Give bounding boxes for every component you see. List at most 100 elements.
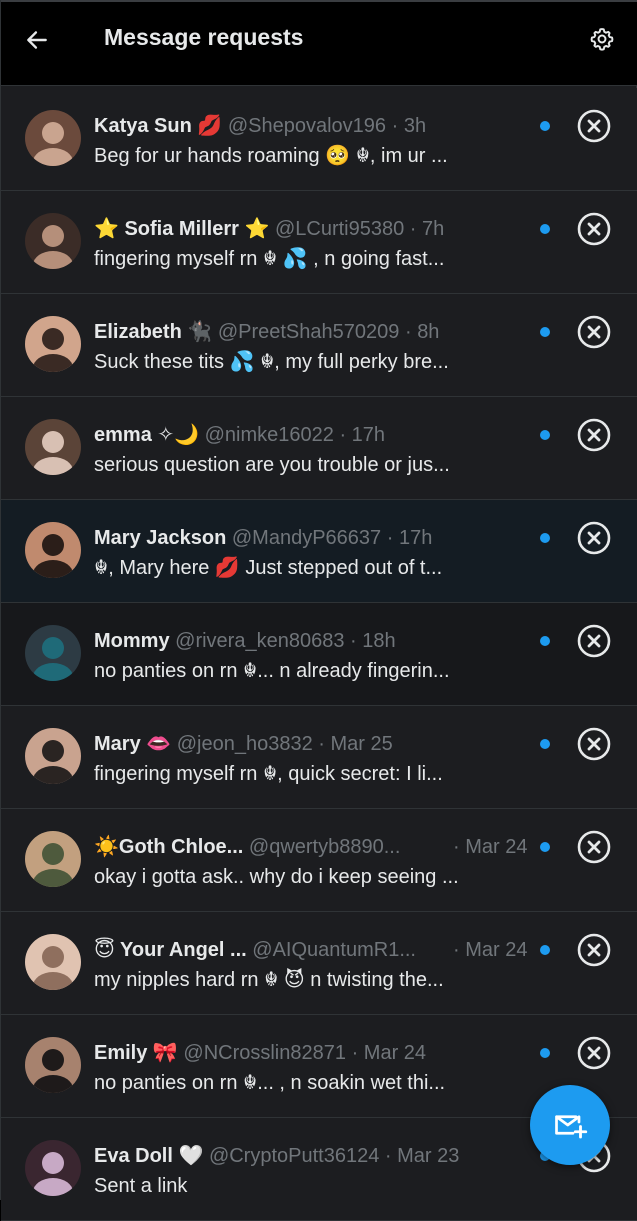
sender-name[interactable]: emma ✧🌙 xyxy=(94,424,199,446)
settings-button[interactable] xyxy=(584,21,620,57)
message-preview: Beg for ur hands roaming 🥺 ☬, im ur ... xyxy=(94,145,448,167)
sender-handle: @MandyP66637 xyxy=(231,527,382,549)
new-message-button[interactable] xyxy=(530,1085,610,1165)
sender-line: Emily 🎀 @NCrosslin82871 · Mar 24 xyxy=(94,1040,534,1066)
request-row[interactable]: Mommy @rivera_ken80683 · 18h no panties … xyxy=(1,603,637,706)
unread-dot xyxy=(540,533,550,543)
close-circle-icon xyxy=(577,727,611,761)
request-row[interactable]: Elizabeth 🐈‍⬛ @PreetShah570209 · 8h Suck… xyxy=(1,294,637,397)
avatar[interactable] xyxy=(25,522,81,578)
decline-button[interactable] xyxy=(576,417,612,453)
timestamp: 3h xyxy=(403,115,427,137)
message-preview: ☬, Mary here 💋 Just stepped out of t... xyxy=(94,557,443,579)
avatar-image xyxy=(25,934,81,990)
separator-dot: · xyxy=(351,1042,359,1064)
decline-button[interactable] xyxy=(576,1035,612,1071)
sender-line: ⭐ Sofia Millerr ⭐ @LCurti95380 · 7h xyxy=(94,216,534,242)
separator-dot: · xyxy=(339,424,347,446)
sender-handle: @nimke16022 xyxy=(204,424,334,446)
decline-button[interactable] xyxy=(576,726,612,762)
close-circle-icon xyxy=(577,109,611,143)
request-row[interactable]: Mary Jackson @MandyP66637 · 17h ☬, Mary … xyxy=(1,500,637,603)
decline-button[interactable] xyxy=(576,108,612,144)
separator-dot: · xyxy=(386,527,394,549)
close-circle-icon xyxy=(577,1036,611,1070)
app-window: Message requests Katya Sun 💋 @Shepovalov… xyxy=(0,0,637,1221)
sender-name[interactable]: Mary 👄 xyxy=(94,733,171,755)
sender-handle: @rivera_ken80683 xyxy=(175,630,345,652)
avatar-image xyxy=(25,1037,81,1093)
decline-button[interactable] xyxy=(576,520,612,556)
timestamp: · Mar 24 xyxy=(453,937,527,963)
sender-name[interactable]: ☀️Goth Chloe... xyxy=(94,836,243,858)
avatar[interactable] xyxy=(25,110,81,166)
close-circle-icon xyxy=(577,830,611,864)
request-row[interactable]: 😇 Your Angel ... @AIQuantumR1... · Mar 2… xyxy=(1,912,637,1015)
message-request-list: Katya Sun 💋 @Shepovalov196 · 3h Beg for … xyxy=(1,88,637,1221)
avatar[interactable] xyxy=(25,934,81,990)
avatar[interactable] xyxy=(25,419,81,475)
sender-name[interactable]: Elizabeth 🐈‍⬛ xyxy=(94,321,212,343)
avatar[interactable] xyxy=(25,625,81,681)
timestamp: 8h xyxy=(417,321,440,343)
timestamp: Mar 24 xyxy=(363,1042,427,1064)
gear-icon xyxy=(590,28,614,51)
separator-dot: · xyxy=(318,733,325,755)
sender-line: Mommy @rivera_ken80683 · 18h xyxy=(94,628,534,654)
message-preview: fingering myself rn ☬, quick secret: I l… xyxy=(94,763,443,785)
avatar-image xyxy=(25,316,81,372)
avatar[interactable] xyxy=(25,213,81,269)
unread-dot xyxy=(540,1048,550,1058)
request-row[interactable]: ⭐ Sofia Millerr ⭐ @LCurti95380 · 7h fing… xyxy=(1,191,637,294)
message-preview: my nipples hard rn ☬ 😈 n twisting the... xyxy=(94,969,444,991)
sender-line: Mary Jackson @MandyP66637 · 17h xyxy=(94,525,534,551)
message-preview: serious question are you trouble or jus.… xyxy=(94,454,450,476)
sender-name[interactable]: Emily 🎀 xyxy=(94,1042,178,1064)
request-row[interactable]: Mary 👄 @jeon_ho3832 · Mar 25 fingering m… xyxy=(1,706,637,809)
decline-button[interactable] xyxy=(576,829,612,865)
timestamp: 7h xyxy=(422,218,445,240)
close-circle-icon xyxy=(577,418,611,452)
avatar[interactable] xyxy=(25,1140,81,1196)
sender-name[interactable]: Katya Sun 💋 xyxy=(94,115,222,137)
request-row[interactable]: ☀️Goth Chloe... @qwertyb8890... · Mar 24… xyxy=(1,809,637,912)
sender-handle: @LCurti95380 xyxy=(274,218,405,240)
sender-name[interactable]: Mary Jackson xyxy=(94,527,226,549)
avatar-image xyxy=(25,213,81,269)
unread-dot xyxy=(540,327,550,337)
avatar[interactable] xyxy=(25,316,81,372)
sender-name[interactable]: Mommy xyxy=(94,630,170,652)
sender-name[interactable]: Eva Doll 🤍 xyxy=(94,1145,203,1167)
sender-name[interactable]: 😇 Your Angel ... xyxy=(94,939,247,961)
sender-line: ☀️Goth Chloe... @qwertyb8890... xyxy=(94,834,444,860)
sender-handle: @NCrosslin82871 xyxy=(183,1042,346,1064)
avatar[interactable] xyxy=(25,1037,81,1093)
avatar-image xyxy=(25,522,81,578)
avatar[interactable] xyxy=(25,728,81,784)
sender-line: Katya Sun 💋 @Shepovalov196 · 3h xyxy=(94,113,534,139)
message-preview: Sent a link xyxy=(94,1175,188,1197)
avatar-image xyxy=(25,831,81,887)
separator-dot: · xyxy=(409,218,417,240)
unread-dot xyxy=(540,739,550,749)
request-row[interactable]: emma ✧🌙 @nimke16022 · 17h serious questi… xyxy=(1,397,637,500)
separator-dot: · xyxy=(391,115,399,137)
timestamp: 18h xyxy=(362,630,396,652)
decline-button[interactable] xyxy=(576,623,612,659)
separator-dot: · xyxy=(453,939,460,961)
avatar[interactable] xyxy=(25,831,81,887)
decline-button[interactable] xyxy=(576,314,612,350)
back-button[interactable] xyxy=(19,22,55,58)
sender-handle: @jeon_ho3832 xyxy=(176,733,313,755)
avatar-image xyxy=(25,1140,81,1196)
arrow-left-icon xyxy=(27,31,47,49)
sender-handle: @PreetShah570209 xyxy=(217,321,400,343)
decline-button[interactable] xyxy=(576,932,612,968)
sender-name[interactable]: ⭐ Sofia Millerr ⭐ xyxy=(94,218,269,240)
request-row[interactable]: Katya Sun 💋 @Shepovalov196 · 3h Beg for … xyxy=(1,88,637,191)
decline-button[interactable] xyxy=(576,211,612,247)
separator-dot: · xyxy=(404,321,412,343)
sender-line: 😇 Your Angel ... @AIQuantumR1... xyxy=(94,937,444,963)
unread-dot xyxy=(540,121,550,131)
message-preview: no panties on rn ☬... n already fingerin… xyxy=(94,660,450,682)
